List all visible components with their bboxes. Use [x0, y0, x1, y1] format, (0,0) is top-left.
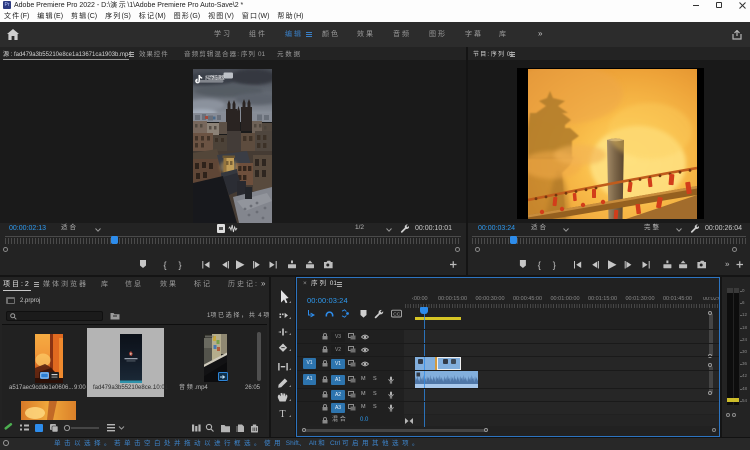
svg-text:{: {: [538, 260, 541, 270]
svg-text:T: T: [280, 409, 286, 420]
svg-text:{: {: [164, 260, 167, 270]
svg-text:CC: CC: [393, 312, 400, 318]
svg-text:}: }: [179, 260, 182, 270]
svg-text:}: }: [553, 260, 556, 270]
svg-text:»: »: [725, 260, 730, 269]
